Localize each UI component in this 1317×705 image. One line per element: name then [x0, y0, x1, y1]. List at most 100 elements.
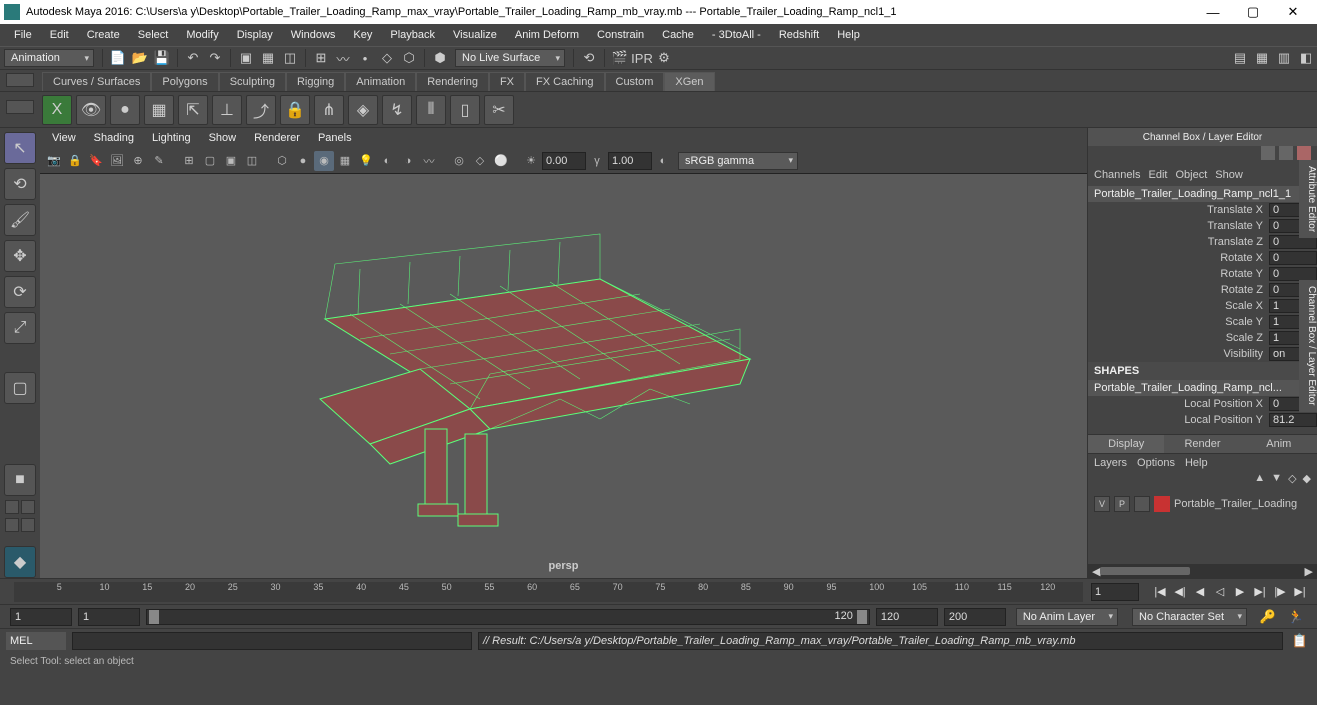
play-forward-icon[interactable]: ▶: [1231, 583, 1249, 601]
isolate-icon[interactable]: ◎: [449, 151, 469, 171]
layer-tab-display[interactable]: Display: [1088, 435, 1164, 453]
camera-select-icon[interactable]: 📷: [44, 151, 64, 171]
shaded-icon[interactable]: ●: [293, 151, 313, 171]
anim-layer-selector[interactable]: No Anim Layer: [1016, 608, 1118, 626]
layer-tab-anim[interactable]: Anim: [1241, 435, 1317, 453]
menu-3dtoall[interactable]: - 3DtoAll -: [704, 27, 769, 43]
layer-type-toggle[interactable]: [1134, 496, 1150, 512]
shape-attr-field[interactable]: 81.2: [1269, 413, 1317, 427]
ao-icon[interactable]: ◑: [398, 151, 418, 171]
bookmark-icon[interactable]: 🔖: [86, 151, 106, 171]
xgen-open-icon[interactable]: 👁: [76, 95, 106, 125]
snap-curve-icon[interactable]: 〰: [332, 47, 354, 69]
channel-icon2[interactable]: [1279, 146, 1293, 160]
image-plane-icon[interactable]: 🖼: [107, 151, 127, 171]
attribute-editor-tab[interactable]: Attribute Editor: [1299, 160, 1317, 238]
shelf-tab-rigging[interactable]: Rigging: [286, 72, 345, 91]
auto-key-icon[interactable]: 🔑: [1257, 606, 1279, 628]
gamma-icon[interactable]: γ: [587, 151, 607, 171]
menu-anim-deform[interactable]: Anim Deform: [507, 27, 587, 43]
construction-history-icon[interactable]: ⟲: [578, 47, 600, 69]
xgen-export-icon[interactable]: ↯: [382, 95, 412, 125]
menu-windows[interactable]: Windows: [283, 27, 344, 43]
character-set-selector[interactable]: No Character Set: [1132, 608, 1247, 626]
motion-blur-icon[interactable]: 〰: [419, 151, 439, 171]
grease-pencil-icon[interactable]: ✎: [149, 151, 169, 171]
panel-layout1-icon[interactable]: ▤: [1229, 47, 1251, 69]
channels-show-tab[interactable]: Show: [1215, 169, 1243, 181]
range-inner-start-field[interactable]: 1: [78, 608, 140, 626]
channel-icon3[interactable]: [1297, 146, 1311, 160]
open-scene-icon[interactable]: 📂: [129, 47, 151, 69]
xgen-primitive-icon[interactable]: ◈: [348, 95, 378, 125]
shape-node-name[interactable]: Portable_Trailer_Loading_Ramp_ncl...: [1088, 380, 1317, 396]
shelf-tab-sculpting[interactable]: Sculpting: [219, 72, 286, 91]
range-slider-end-handle[interactable]: [857, 610, 867, 624]
go-end-icon[interactable]: ▶|: [1291, 583, 1309, 601]
menu-constrain[interactable]: Constrain: [589, 27, 652, 43]
layer-tab-render[interactable]: Render: [1164, 435, 1240, 453]
xgen-guide-icon[interactable]: ⇱: [178, 95, 208, 125]
undo-icon[interactable]: ↶: [182, 47, 204, 69]
range-slider-start-handle[interactable]: [149, 610, 159, 624]
snap-live-icon[interactable]: ⬡: [398, 47, 420, 69]
maya-home-icon[interactable]: ◆: [4, 546, 36, 578]
channels-tab[interactable]: Channels: [1094, 169, 1140, 181]
channel-box-tab[interactable]: Channel Box / Layer Editor: [1299, 280, 1317, 412]
exposure-icon[interactable]: ☀: [521, 151, 541, 171]
layer-scrollbar[interactable]: ◀▶: [1088, 564, 1317, 578]
range-start-field[interactable]: 1: [10, 608, 72, 626]
shelf-tab-curves[interactable]: Curves / Surfaces: [42, 72, 151, 91]
workspace-selector[interactable]: Animation: [4, 49, 94, 67]
menu-playback[interactable]: Playback: [382, 27, 443, 43]
layout-single-icon[interactable]: ■: [4, 464, 36, 496]
menu-select[interactable]: Select: [130, 27, 177, 43]
script-editor-icon[interactable]: 📋: [1289, 630, 1311, 652]
live-surface-selector[interactable]: No Live Surface: [455, 49, 565, 67]
menu-help[interactable]: Help: [829, 27, 868, 43]
layout-four-icon[interactable]: [5, 500, 19, 514]
xgen-lock-icon[interactable]: 🔒: [280, 95, 310, 125]
color-mgmt-icon[interactable]: ◐: [653, 151, 673, 171]
shelf-tab-fxcaching[interactable]: FX Caching: [525, 72, 604, 91]
panel-layout3-icon[interactable]: ▥: [1273, 47, 1295, 69]
range-slider[interactable]: 120: [146, 609, 870, 625]
xgen-create-icon[interactable]: ●: [110, 95, 140, 125]
scale-tool-icon[interactable]: ⤢: [4, 312, 36, 344]
textured-icon[interactable]: ▦: [335, 151, 355, 171]
shelf-tab-rendering[interactable]: Rendering: [416, 72, 489, 91]
shadows-icon[interactable]: ◐: [377, 151, 397, 171]
go-start-icon[interactable]: |◀: [1151, 583, 1169, 601]
step-forward-icon[interactable]: ▶|: [1251, 583, 1269, 601]
close-button[interactable]: ✕: [1273, 0, 1313, 24]
panel-menu-view[interactable]: View: [44, 130, 84, 146]
panel-menu-show[interactable]: Show: [201, 130, 245, 146]
film-gate-icon[interactable]: ▢: [200, 151, 220, 171]
prefs-anim-icon[interactable]: 🏃: [1285, 606, 1307, 628]
render-settings-icon[interactable]: ⚙: [653, 47, 675, 69]
viewport-persp[interactable]: persp: [40, 174, 1087, 578]
attr-field[interactable]: 0: [1269, 267, 1317, 281]
paint-select-icon[interactable]: 🖌: [4, 204, 36, 236]
panel-layout4-icon[interactable]: ◧: [1295, 47, 1317, 69]
xray-joints-icon[interactable]: ⚪: [491, 151, 511, 171]
layer-movedown-icon[interactable]: ▼: [1271, 472, 1282, 494]
menu-display[interactable]: Display: [229, 27, 281, 43]
xgen-grass-icon[interactable]: ⋔: [314, 95, 344, 125]
xgen-description-icon[interactable]: X: [42, 95, 72, 125]
camera-lock-icon[interactable]: 🔒: [65, 151, 85, 171]
xgen-density-icon[interactable]: ▯: [450, 95, 480, 125]
xgen-sculpt-icon[interactable]: ⊥: [212, 95, 242, 125]
layers-menu-layers[interactable]: Layers: [1094, 457, 1127, 469]
exposure-field[interactable]: 0.00: [542, 152, 586, 170]
panel-menu-panels[interactable]: Panels: [310, 130, 360, 146]
shelf-tab-xgen[interactable]: XGen: [664, 72, 714, 91]
layout-three-icon[interactable]: [5, 518, 19, 532]
range-inner-end-field[interactable]: 120: [876, 608, 938, 626]
layer-visibility-toggle[interactable]: V: [1094, 496, 1110, 512]
snap-grid-icon[interactable]: ⊞: [310, 47, 332, 69]
menu-create[interactable]: Create: [79, 27, 128, 43]
channels-edit-tab[interactable]: Edit: [1148, 169, 1167, 181]
layer-new-selected-icon[interactable]: ◆: [1303, 472, 1311, 494]
rotate-tool-icon[interactable]: ⟳: [4, 276, 36, 308]
